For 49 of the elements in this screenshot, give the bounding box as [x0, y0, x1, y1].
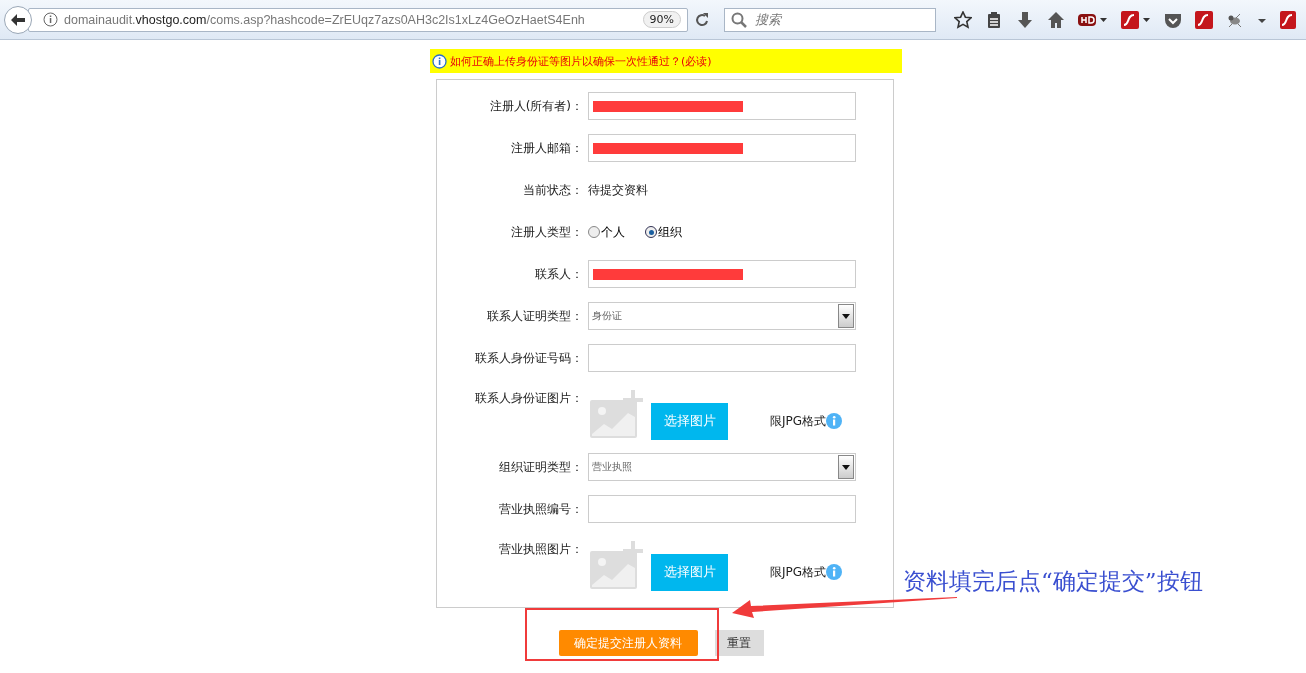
radio-option[interactable]: 个人 [588, 223, 625, 241]
star-icon[interactable] [954, 10, 972, 29]
input-field[interactable] [588, 92, 856, 120]
field-label: 联系人身份证图片： [474, 390, 583, 407]
reload-icon[interactable] [694, 11, 710, 28]
field-label: 注册人类型： [510, 223, 583, 241]
info-icon [826, 564, 843, 580]
home-icon[interactable] [1047, 10, 1065, 29]
field-label: 营业执照编号： [498, 500, 583, 518]
field-label: 联系人证明类型： [486, 307, 583, 325]
field-label: 联系人： [534, 265, 583, 283]
info-icon[interactable] [43, 12, 58, 27]
format-hint: 限JPG格式 [770, 563, 827, 581]
clipboard-icon[interactable] [985, 10, 1003, 29]
input-field[interactable] [588, 344, 856, 372]
back-arrow-icon [10, 12, 26, 27]
input-field[interactable] [588, 495, 856, 523]
search-field[interactable]: 搜索 [724, 7, 936, 32]
dropdown-arrow-icon [842, 313, 850, 319]
download-icon[interactable] [1016, 10, 1034, 29]
image-placeholder-icon [588, 541, 646, 591]
info-icon [826, 413, 843, 429]
reset-button[interactable]: 重置 [714, 630, 764, 656]
select-dropdown[interactable]: 营业执照 [588, 453, 856, 481]
back-button[interactable] [4, 5, 32, 34]
flash-icon[interactable] [1121, 10, 1151, 29]
format-hint: 限JPG格式 [770, 412, 827, 430]
flash-icon[interactable] [1280, 10, 1296, 29]
search-icon [731, 11, 747, 28]
select-dropdown[interactable]: 身份证 [588, 302, 856, 330]
field-label: 营业执照图片： [498, 541, 583, 558]
field-label: 当前状态： [522, 181, 583, 199]
input-field[interactable] [588, 134, 856, 162]
flash-icon[interactable] [1195, 10, 1213, 29]
status-value: 待提交资料 [588, 181, 649, 199]
field-label: 注册人(所有者)： [488, 97, 583, 115]
field-label: 联系人身份证号码： [474, 349, 583, 367]
dropdown-arrow-icon [842, 464, 850, 470]
field-label: 组织证明类型： [498, 458, 583, 476]
zoom-badge[interactable]: 90% [642, 11, 681, 28]
info-icon [432, 53, 447, 69]
image-placeholder-icon [588, 390, 646, 440]
radio-option[interactable]: 组织 [645, 223, 682, 241]
annotation-text: 资料填完后点“确定提交”按钮 [903, 567, 1203, 596]
url-text: domainaudit.vhostgo.com/coms.asp?hashcode=ZrEUqz7azs0AH3c2Is1xLz4GeOzHaetS4Enh [64, 12, 585, 27]
arrow-icon [730, 595, 958, 621]
field-label: 注册人邮箱： [510, 139, 583, 157]
input-field[interactable] [588, 260, 856, 288]
address-bar[interactable]: domainaudit.vhostgo.com/coms.asp?hashcode=ZrEUqz7azs0AH3c2Is1xLz4GeOzHaetS4Enh 90% [28, 7, 688, 32]
